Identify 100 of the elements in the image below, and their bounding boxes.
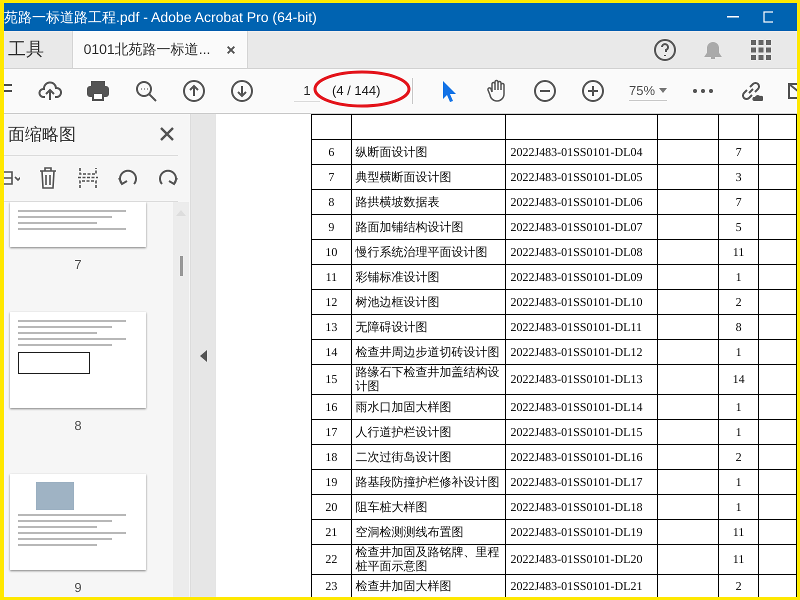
page-number-label: 9 [74,578,82,597]
apps-icon[interactable] [749,38,773,62]
upload-cloud-icon[interactable] [38,79,62,103]
zoom-dropdown[interactable]: 75% [629,80,667,102]
minimize-icon[interactable] [727,16,739,18]
table-cell: 1 [718,419,758,444]
close-icon[interactable] [160,127,174,142]
table-cell: 1 [718,394,758,420]
table-cell: 2022J483-01SS0101-DL19 [506,519,658,544]
table-cell: 22 [312,544,352,574]
page-number-label: 8 [74,417,82,436]
table-cell: 9 [312,214,352,240]
table-cell: 19 [312,469,352,494]
table-cell: 检查井周边步道切砖设计图 [351,340,506,364]
page-number-field[interactable]: 1 [294,80,320,102]
table-cell: 慢行系统治理平面设计图 [351,240,506,264]
table-cell: 2022J483-01SS0101-DL12 [506,340,658,364]
cloud-link-icon[interactable] [739,79,763,103]
table-cell: 2 [718,444,758,470]
table-cell: 15 [312,364,352,394]
table-cell: 16 [312,394,352,420]
table-cell: 2022J483-01SS0101-DL18 [506,494,658,520]
table-cell: 1 [718,469,758,494]
table-cell: 14 [718,364,758,394]
table-cell: 7 [718,190,758,214]
table-cell: 1 [718,264,758,290]
table-cell: 11 [718,544,758,574]
page-thumbnail[interactable] [10,202,146,247]
table-cell: 2022J483-01SS0101-DL11 [506,314,658,340]
close-tab-icon[interactable] [226,44,236,54]
help-icon[interactable] [653,38,677,62]
document-tab[interactable]: 0101北苑路一标道... [72,31,248,68]
table-cell: 20 [312,494,352,520]
table-cell: 2022J483-01SS0101-DL17 [506,469,658,494]
table-cell: 2022J483-01SS0101-DL20 [506,544,658,574]
table-cell: 12 [312,290,352,314]
zoom-in-icon[interactable] [581,79,606,103]
tools-tab[interactable]: 工具 [4,31,72,68]
table-cell: 空洞检测测线布置图 [351,519,506,544]
table-cell: 2022J483-01SS0101-DL06 [506,190,658,214]
print-icon[interactable] [86,79,110,103]
next-page-icon[interactable] [230,79,254,103]
table-cell: 8 [312,190,352,214]
table-cell: 23 [312,574,352,597]
table-cell: 13 [312,314,352,340]
table-cell: 1 [718,494,758,520]
previous-page-icon[interactable] [182,79,206,103]
maximize-icon[interactable] [763,11,773,23]
table-cell: 路面加铺结构设计图 [351,214,506,240]
table-cell: 2022J483-01SS0101-DL09 [506,264,658,290]
panel-title: 面缩略图 [8,124,76,146]
table-cell: 7 [718,140,758,164]
table-cell: 11 [718,519,758,544]
table-cell: 路缘石下检查井加盖结构设计图 [351,364,506,394]
table-cell: 雨水口加固大样图 [351,394,506,420]
table-cell: 3 [718,164,758,190]
table-cell: 2 [718,290,758,314]
caret-icon[interactable] [659,88,667,93]
page-number-label: 7 [74,256,82,274]
table-cell: 5 [718,214,758,240]
page-count: (4 / 144) [332,83,380,98]
table-cell: 17 [312,419,352,444]
table-cell: 7 [312,164,352,190]
table-cell: 2022J483-01SS0101-DL05 [506,164,658,190]
table-cell: 10 [312,240,352,264]
page-thumbnail[interactable] [10,474,146,570]
table-cell: 2022J483-01SS0101-DL04 [506,140,658,164]
table-cell: 人行道护栏设计图 [351,419,506,444]
tab-label[interactable]: 0101北苑路一标道... [84,39,210,60]
scrollbar-thumb[interactable] [180,256,182,276]
collapse-panel-icon[interactable] [200,350,207,362]
table-cell: 2022J483-01SS0101-DL15 [506,419,658,444]
table-cell: 2022J483-01SS0101-DL08 [506,240,658,264]
table-cell: 树池边框设计图 [351,290,506,314]
table-cell: 无障碍设计图 [351,314,506,340]
table-cell: 2022J483-01SS0101-DL13 [506,364,658,394]
extract-pages-icon[interactable] [76,166,100,190]
search-icon[interactable] [134,79,158,103]
table-cell: 纵断面设计图 [351,140,506,164]
table-cell: 彩铺标准设计图 [351,264,506,290]
table-cell: 二次过街岛设计图 [351,444,506,470]
table-cell: 14 [312,340,352,364]
table-cell: 1 [718,340,758,364]
table-cell: 8 [718,314,758,340]
table-cell: 路基段防撞护栏修补设计图 [351,469,506,494]
zoom-out-icon[interactable] [533,79,558,103]
table-cell: 检查井加固及路铭牌、里程桩平面示意图 [351,544,506,574]
table-cell: 21 [312,519,352,544]
table-cell: 2022J483-01SS0101-DL07 [506,214,658,240]
table-cell: 11 [312,264,352,290]
table-cell: 2022J483-01SS0101-DL14 [506,394,658,420]
table-cell: 典型横断面设计图 [351,164,506,190]
table-cell: 18 [312,444,352,470]
table-cell: 11 [718,240,758,264]
table-cell: 2022J483-01SS0101-DL10 [506,290,658,314]
table-cell: 阻车桩大样图 [351,494,506,520]
window-title: 苑路一标道路工程.pdf - Adobe Acrobat Pro (64-bit) [4,8,317,27]
page-thumbnail[interactable] [10,312,146,408]
table-cell: 6 [312,140,352,164]
table-cell: 2022J483-01SS0101-DL16 [506,444,658,470]
